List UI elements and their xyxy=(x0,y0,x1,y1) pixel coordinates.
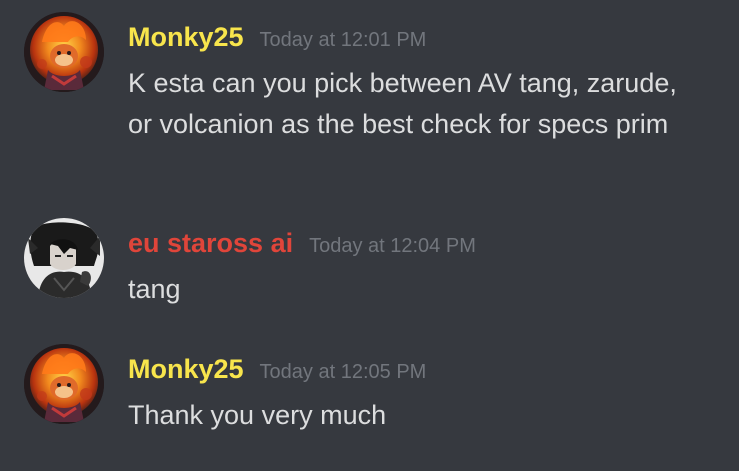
username[interactable]: Monky25 xyxy=(128,352,244,386)
message-content: Monky25 Today at 12:01 PM K esta can you… xyxy=(128,20,719,145)
message-text: tang xyxy=(128,274,181,304)
anime-character-avatar-icon[interactable] xyxy=(24,218,104,298)
timestamp: Today at 12:04 PM xyxy=(309,235,476,257)
fire-monkey-avatar-svg xyxy=(24,344,104,424)
fire-monkey-avatar-svg xyxy=(24,12,104,92)
message-text: Thank you very much xyxy=(128,400,387,430)
message-content: Monky25 Today at 12:05 PM Thank you very… xyxy=(128,352,719,436)
message-header: Monky25 Today at 12:05 PM xyxy=(128,352,719,389)
message-content: eu staross ai Today at 12:04 PM tang xyxy=(128,226,719,310)
chat-message-list: Monky25 Today at 12:01 PM K esta can you… xyxy=(0,0,739,471)
timestamp: Today at 12:05 PM xyxy=(259,361,427,383)
username[interactable]: eu staross ai xyxy=(128,226,293,260)
timestamp: Today at 12:01 PM xyxy=(259,29,427,51)
message-text: K esta can you pick between AV tang, zar… xyxy=(128,68,677,139)
fire-monkey-avatar-icon[interactable] xyxy=(24,344,104,424)
message-header: eu staross ai Today at 12:04 PM xyxy=(128,226,719,263)
username[interactable]: Monky25 xyxy=(128,20,244,54)
fire-monkey-avatar-icon[interactable] xyxy=(24,12,104,92)
anime-character-avatar-svg xyxy=(24,218,104,298)
message-header: Monky25 Today at 12:01 PM xyxy=(128,20,719,57)
